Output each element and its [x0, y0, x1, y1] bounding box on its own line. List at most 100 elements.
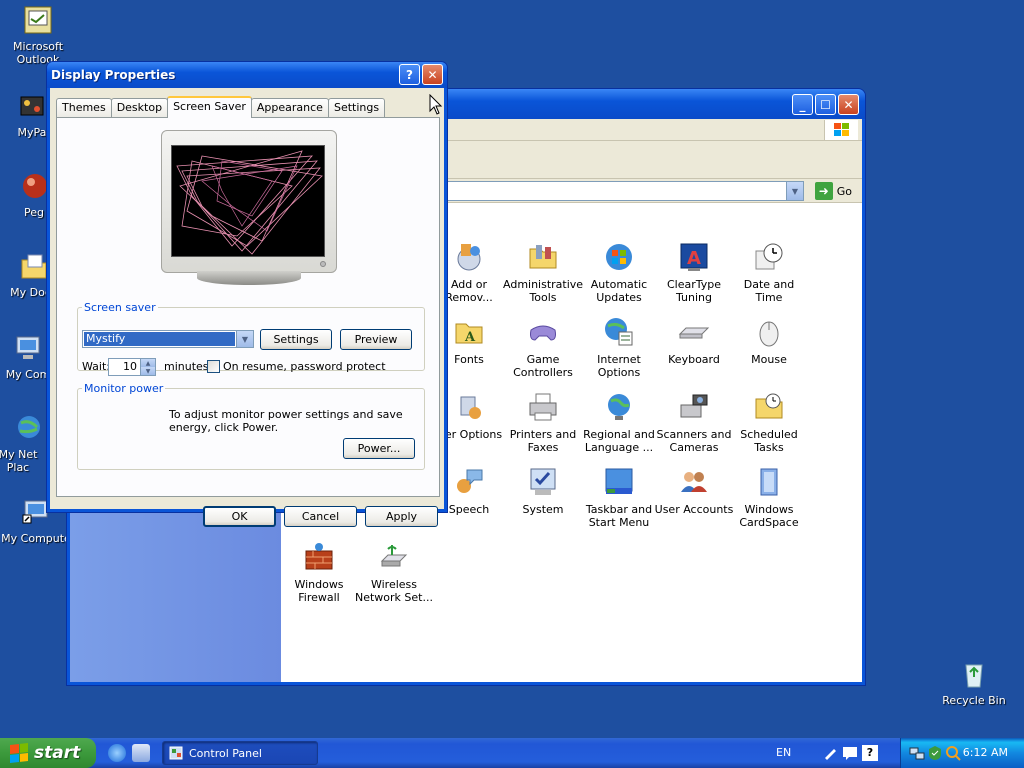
dialog-title: Display Properties: [51, 68, 176, 82]
cp-item-label: Date and Time: [743, 278, 795, 304]
screen-saver-panel: Screen saver Mystify ▼ Settings Preview …: [56, 117, 440, 497]
cp-item-printers[interactable]: Printers and Faxes: [503, 391, 583, 454]
close-button[interactable]: ✕: [838, 94, 859, 115]
cp-item-wireless[interactable]: Wireless Network Set...: [354, 541, 434, 604]
preview-button[interactable]: Preview: [340, 329, 412, 350]
cp-item-internet-options[interactable]: Internet Options: [579, 316, 659, 379]
windows-logo-icon: [824, 120, 858, 140]
settings-button[interactable]: Settings: [260, 329, 332, 350]
language-indicator[interactable]: EN: [776, 746, 791, 759]
maximize-icon: ☐: [820, 97, 831, 112]
keyboard-icon: [678, 316, 710, 348]
start-button[interactable]: start: [0, 738, 96, 768]
cp-item-label: Automatic Updates: [590, 278, 648, 304]
cp-item-label: Game Controllers: [513, 353, 573, 379]
spin-up-icon[interactable]: ▲: [140, 359, 155, 367]
svg-text:A: A: [464, 330, 476, 345]
desktop-icon-outlook[interactable]: Microsoft Outlook: [0, 4, 76, 66]
cp-item-label: Windows CardSpace: [739, 503, 799, 529]
cp-item-mouse[interactable]: Mouse: [729, 316, 809, 366]
show-desktop-icon[interactable]: [132, 744, 150, 762]
desktop-icon-recycle-bin[interactable]: Recycle Bin: [936, 658, 1012, 707]
password-protect-checkbox[interactable]: [207, 360, 220, 373]
control-panel-icon: [169, 746, 183, 760]
display-properties-dialog: Display Properties ? ✕ Themes Desktop Sc…: [46, 61, 448, 527]
screen-saver-preview: [171, 145, 325, 257]
tab-screen-saver[interactable]: Screen Saver: [167, 96, 252, 118]
minimize-icon: _: [799, 97, 806, 112]
maximize-button[interactable]: ☐: [815, 94, 836, 115]
cp-item-scanners[interactable]: Scanners and Cameras: [654, 391, 734, 454]
spin-down-icon[interactable]: ▼: [140, 367, 155, 375]
power-button[interactable]: Power...: [343, 438, 415, 459]
minimize-button[interactable]: _: [792, 94, 813, 115]
go-button[interactable]: ➜ Go: [814, 182, 852, 200]
go-arrow-icon: ➜: [814, 182, 833, 200]
cancel-button[interactable]: Cancel: [284, 506, 357, 527]
cp-item-auto-updates[interactable]: Automatic Updates: [579, 241, 659, 304]
printer-icon: [527, 391, 559, 423]
auto-updates-icon: [603, 241, 635, 273]
cp-item-admin-tools[interactable]: Administrative Tools: [503, 241, 583, 304]
tab-themes[interactable]: Themes: [56, 98, 112, 117]
power-options-icon: [453, 391, 485, 423]
screen-saver-selected: Mystify: [84, 332, 235, 346]
help-button[interactable]: ?: [399, 64, 420, 85]
clock[interactable]: 6:12 AM: [963, 746, 1008, 759]
desktop-icon-label: Recycle Bin: [942, 694, 1006, 707]
admin-tools-icon: [527, 241, 559, 273]
scheduled-tasks-icon: [753, 391, 785, 423]
help-icon[interactable]: ?: [862, 745, 878, 761]
cp-item-label: System: [522, 503, 564, 516]
cp-item-date-time[interactable]: Date and Time: [729, 241, 809, 304]
chevron-down-icon[interactable]: ▼: [786, 182, 803, 200]
cp-item-cleartype[interactable]: A ClearType Tuning: [654, 241, 734, 304]
internet-explorer-icon[interactable]: [108, 744, 126, 762]
close-icon: ✕: [427, 67, 438, 82]
taskbar-item-control-panel[interactable]: Control Panel: [162, 741, 318, 765]
tab-appearance[interactable]: Appearance: [250, 98, 329, 117]
scanner-icon: [678, 391, 710, 423]
ok-button[interactable]: OK: [203, 506, 276, 527]
chevron-down-icon[interactable]: ▼: [236, 331, 253, 347]
tab-desktop[interactable]: Desktop: [110, 98, 169, 117]
network-tray-icon[interactable]: [909, 745, 925, 761]
search-tray-icon[interactable]: [945, 745, 961, 761]
taskbar-icon: [603, 466, 635, 498]
minutes-label: minutes: [164, 360, 209, 373]
dialog-titlebar[interactable]: Display Properties ? ✕: [47, 62, 447, 88]
cp-item-label: Regional and Language ...: [583, 428, 655, 454]
start-label: start: [34, 743, 81, 763]
speech-icon: [453, 466, 485, 498]
language-bar-icon[interactable]: [842, 745, 858, 761]
cp-item-taskbar[interactable]: Taskbar and Start Menu: [579, 466, 659, 529]
users-icon: [678, 466, 710, 498]
mouse-icon: [753, 316, 785, 348]
cp-item-regional[interactable]: Regional and Language ...: [579, 391, 659, 454]
cp-item-game-controllers[interactable]: Game Controllers: [503, 316, 583, 379]
wait-value: 10: [123, 360, 137, 373]
wait-label: Wait:: [82, 360, 110, 373]
myprograms-icon: [16, 90, 48, 122]
cp-item-user-accounts[interactable]: User Accounts: [654, 466, 734, 516]
clock-icon: [753, 241, 785, 273]
cp-item-label: Keyboard: [668, 353, 720, 366]
wait-minutes-stepper[interactable]: 10 ▲ ▼: [108, 358, 156, 376]
cp-item-scheduled-tasks[interactable]: Scheduled Tasks: [729, 391, 809, 454]
cleartype-icon: A: [678, 241, 710, 273]
screen-saver-select[interactable]: Mystify ▼: [82, 330, 254, 348]
pen-tool-icon[interactable]: [822, 745, 838, 761]
apply-button[interactable]: Apply: [365, 506, 438, 527]
cp-item-cardspace[interactable]: Windows CardSpace: [729, 466, 809, 529]
cp-item-keyboard[interactable]: Keyboard: [654, 316, 734, 366]
cp-item-label: Administrative Tools: [503, 278, 584, 304]
dialog-close-button[interactable]: ✕: [422, 64, 443, 85]
desktop-icon-label: My Net Plac: [0, 448, 38, 474]
tab-settings[interactable]: Settings: [327, 98, 386, 117]
security-tray-icon[interactable]: [927, 745, 943, 761]
cp-item-system[interactable]: System: [503, 466, 583, 516]
cp-item-firewall[interactable]: Windows Firewall: [279, 541, 359, 604]
monitor-stand: [197, 271, 301, 285]
wireless-icon: [378, 541, 410, 573]
monitor-power-text: To adjust monitor power settings and sav…: [169, 408, 403, 434]
